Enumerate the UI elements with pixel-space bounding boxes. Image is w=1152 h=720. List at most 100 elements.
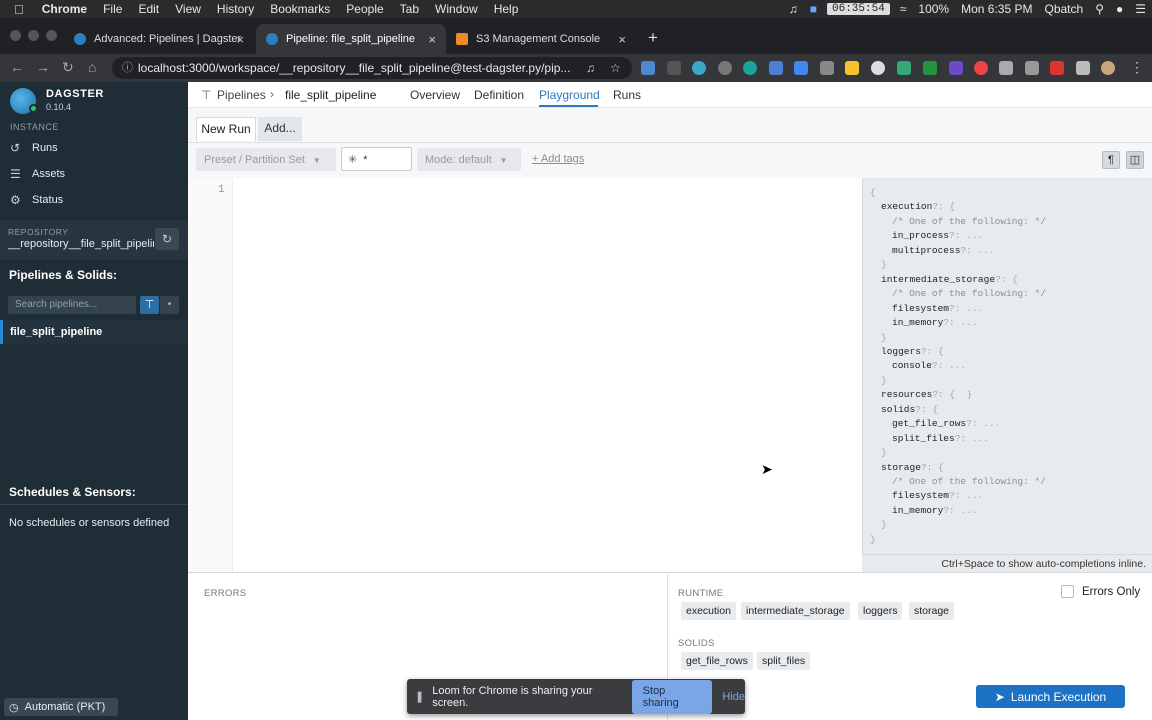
tab-playground[interactable]: Playground xyxy=(539,88,600,102)
schema-line: } xyxy=(881,374,887,386)
extension-m-icon[interactable] xyxy=(743,61,757,75)
battery-label[interactable]: 100% xyxy=(912,2,955,16)
schedules-heading: Schedules & Sensors: xyxy=(9,485,136,499)
info-icon[interactable]: ⓘ xyxy=(122,57,133,79)
runtime-chip-loggers[interactable]: loggers xyxy=(858,602,903,620)
menu-file[interactable]: File xyxy=(95,2,130,16)
bookmark-star-icon[interactable]: ☆ xyxy=(610,57,621,79)
profile-avatar[interactable] xyxy=(1101,61,1115,75)
extension-translate-icon[interactable] xyxy=(794,61,808,75)
errors-only-label[interactable]: Errors Only xyxy=(1082,586,1140,598)
extension-tool-icon[interactable] xyxy=(1025,61,1039,75)
add-tags-link[interactable]: + Add tags xyxy=(532,153,584,165)
tab-pipeline-file-split[interactable]: Pipeline: file_split_pipeline × xyxy=(256,24,446,54)
launch-execution-button[interactable]: ➤ Launch Execution xyxy=(976,685,1125,708)
extension-red-icon[interactable] xyxy=(1050,61,1064,75)
tab-overview[interactable]: Overview xyxy=(410,88,460,102)
close-icon[interactable]: × xyxy=(428,32,436,47)
kebab-menu-icon[interactable]: ⋮ xyxy=(1130,59,1144,76)
solid-chip-get-file-rows[interactable]: get_file_rows xyxy=(681,652,753,670)
extension-screenshot-icon[interactable] xyxy=(820,61,834,75)
wifi-icon[interactable]: ≈ xyxy=(894,2,913,16)
breadcrumb-pipelines[interactable]: Pipelines xyxy=(217,88,266,102)
menu-edit[interactable]: Edit xyxy=(130,2,167,16)
home-icon[interactable]: ⌂ xyxy=(88,59,96,75)
stop-sharing-button[interactable]: Stop sharing xyxy=(631,679,713,714)
puzzle-icon[interactable] xyxy=(1076,61,1090,75)
screen-share-icon[interactable]: ■ xyxy=(804,2,823,16)
mode-select[interactable]: Mode: default ▼ xyxy=(417,148,521,171)
extension-color-icon[interactable] xyxy=(974,61,988,75)
pilcrow-toggle-icon[interactable]: ¶ xyxy=(1102,151,1120,169)
extension-shield-icon[interactable] xyxy=(871,61,885,75)
tab-definition[interactable]: Definition xyxy=(474,88,524,102)
graph-view-icon[interactable]: • xyxy=(160,296,179,314)
tab-runs[interactable]: Runs xyxy=(613,88,641,102)
extension-formula-icon[interactable] xyxy=(667,61,681,75)
menu-people[interactable]: People xyxy=(338,2,391,16)
extension-badge-icon[interactable] xyxy=(949,61,963,75)
menu-tab[interactable]: Tab xyxy=(392,2,427,16)
tree-view-icon[interactable]: ⊤ xyxy=(140,296,159,314)
pipeline-item[interactable]: file_split_pipeline xyxy=(0,320,188,344)
extension-notes-icon[interactable] xyxy=(845,61,859,75)
user-name[interactable]: Qbatch xyxy=(1038,2,1089,16)
menu-window[interactable]: Window xyxy=(427,2,486,16)
runtime-chip-storage[interactable]: storage xyxy=(909,602,955,620)
sidebar-item-status[interactable]: ⚙ Status xyxy=(10,191,63,209)
tab-advanced-pipelines[interactable]: Advanced: Pipelines | Dagster × xyxy=(64,24,254,54)
menu-bookmarks[interactable]: Bookmarks xyxy=(262,2,338,16)
window-close-button[interactable] xyxy=(10,30,21,41)
solid-chip-split-files[interactable]: split_files xyxy=(757,652,811,670)
menu-history[interactable]: History xyxy=(209,2,262,16)
spotlight-icon[interactable]: ⚲ xyxy=(1089,2,1110,16)
apple-icon[interactable]:  xyxy=(0,2,34,17)
recording-clock[interactable]: 06:35:54 xyxy=(827,3,890,15)
refresh-icon[interactable]: ↻ xyxy=(155,228,179,250)
runtime-chip-intermediate-storage[interactable]: intermediate_storage xyxy=(741,602,850,620)
extension-c-icon[interactable] xyxy=(999,61,1013,75)
back-icon[interactable]: ← xyxy=(10,59,24,75)
tab-s3-console[interactable]: S3 Management Console × xyxy=(446,24,636,54)
extension-uv-icon[interactable] xyxy=(923,61,937,75)
extension-camera-icon[interactable] xyxy=(641,61,655,75)
extension-react-icon[interactable] xyxy=(692,61,706,75)
control-center-icon[interactable]: ☰ xyxy=(1129,2,1152,16)
preset-partition-select[interactable]: Preset / Partition Set ▼ xyxy=(196,148,336,171)
active-tab-indicator xyxy=(539,105,598,107)
timezone-button[interactable]: ◷ Automatic (PKT) xyxy=(4,698,118,716)
window-zoom-button[interactable] xyxy=(46,30,57,41)
sidebar-item-assets[interactable]: ☰ Assets xyxy=(10,165,65,183)
hide-button[interactable]: Hide xyxy=(722,691,745,703)
menu-app[interactable]: Chrome xyxy=(34,2,95,16)
menu-view[interactable]: View xyxy=(167,2,209,16)
errors-only-checkbox[interactable] xyxy=(1061,585,1074,598)
menu-help[interactable]: Help xyxy=(486,2,527,16)
extension-target-icon[interactable] xyxy=(718,61,732,75)
close-icon[interactable]: × xyxy=(236,32,244,47)
close-icon[interactable]: × xyxy=(618,32,626,47)
rocket-icon: ➤ xyxy=(994,689,1005,704)
runtime-chip-execution[interactable]: execution xyxy=(681,602,736,620)
repository-name[interactable]: __repository__file_split_pipeline xyxy=(8,238,154,250)
timezone-label: Automatic (PKT) xyxy=(24,701,106,713)
tab-new-run[interactable]: New Run xyxy=(196,117,256,141)
config-editor[interactable] xyxy=(233,178,861,572)
history-icon: ↺ xyxy=(10,141,21,155)
sidebar-item-runs[interactable]: ↺ Runs xyxy=(10,139,58,157)
reload-icon[interactable]: ↻ xyxy=(62,59,74,76)
add-run-tab-button[interactable]: Add... xyxy=(258,117,302,141)
microphone-icon[interactable]: ♫ xyxy=(586,57,595,79)
panel-toggle-icon[interactable]: ◫ xyxy=(1126,151,1144,169)
solid-selection-input[interactable]: ✳ * xyxy=(341,147,412,171)
forward-icon[interactable]: → xyxy=(36,59,50,75)
search-pipelines-input[interactable]: Search pipelines... xyxy=(8,296,136,314)
window-minimize-button[interactable] xyxy=(28,30,39,41)
new-tab-icon[interactable]: + xyxy=(648,28,658,48)
datetime[interactable]: Mon 6:35 PM xyxy=(955,2,1038,16)
extension-pen-icon[interactable] xyxy=(769,61,783,75)
siri-icon[interactable]: ● xyxy=(1110,2,1129,16)
extension-eyedropper-icon[interactable] xyxy=(897,61,911,75)
microphone-icon[interactable]: ♫ xyxy=(783,2,804,16)
address-bar[interactable]: ⓘ localhost:3000/workspace/__repository_… xyxy=(112,57,632,79)
